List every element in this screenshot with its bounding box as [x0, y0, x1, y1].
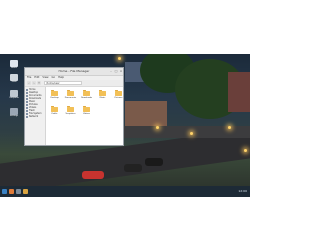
computer-icon [10, 90, 18, 97]
street-lamp [228, 126, 231, 129]
file-manager-icon[interactable] [23, 189, 28, 194]
desktop-icon-settings[interactable]: Settings [9, 108, 19, 117]
folder-icon [51, 106, 58, 112]
up-button[interactable]: ↑ [37, 81, 41, 85]
folder-icon [83, 106, 90, 112]
sidebar-item-label: Network [29, 115, 39, 118]
downloads-icon [26, 97, 28, 100]
network-icon [26, 115, 28, 118]
documents-icon [26, 94, 28, 97]
forward-button[interactable]: › [32, 81, 36, 85]
firefox-icon[interactable] [9, 189, 14, 194]
home-folder-icon [10, 60, 18, 67]
folder-label: Templates [65, 113, 76, 115]
folder-item[interactable]: Downloads [81, 90, 92, 99]
places-sidebar: Home Desktop Documents Downloads Music P… [25, 87, 46, 145]
menu-help[interactable]: Help [58, 76, 64, 80]
desktop-icon-home[interactable]: Home [9, 60, 19, 69]
start-menu-icon[interactable] [2, 189, 7, 194]
back-button[interactable]: ‹ [27, 81, 31, 85]
folder-item[interactable]: Music [98, 90, 107, 99]
location-bar[interactable]: /home/user [44, 81, 82, 85]
window-titlebar[interactable]: Home - File Manager – □ × [25, 68, 123, 76]
desktop-icon-label: Settings [9, 115, 19, 117]
menu-view[interactable]: View [42, 76, 48, 80]
taskbar: 12:00 [0, 186, 250, 197]
black-car [145, 158, 163, 166]
folder-item[interactable]: Public [50, 106, 59, 115]
folder-icon [67, 90, 74, 96]
menu-edit[interactable]: Edit [34, 76, 39, 80]
building [125, 101, 167, 126]
settings-icon [10, 108, 18, 115]
folder-icon [115, 90, 122, 96]
maximize-button[interactable]: □ [114, 69, 118, 73]
close-button[interactable]: × [119, 69, 123, 73]
menu-file[interactable]: File [27, 76, 31, 80]
red-car [82, 171, 104, 179]
desktop-icon-label: Home [11, 67, 17, 69]
folder-item[interactable]: Videos [82, 106, 91, 115]
toolbar: ‹ › ↑ /home/user [25, 80, 123, 87]
desktop-icon-label: Trash [11, 81, 17, 83]
file-manager-window[interactable]: Home - File Manager – □ × File Edit View… [24, 67, 124, 146]
folder-label: Videos [83, 113, 90, 115]
pictures-icon [26, 103, 28, 106]
folder-label: Public [51, 113, 58, 115]
building [228, 72, 250, 112]
folder-label: Downloads [81, 97, 92, 99]
videos-icon [26, 106, 28, 109]
terminal-icon[interactable] [16, 189, 21, 194]
folder-item[interactable]: Desktop [50, 90, 59, 99]
folder-icon [99, 90, 106, 96]
home-icon [26, 88, 28, 91]
folder-item[interactable]: Documents [64, 90, 77, 99]
desktop-icon-label: Computer [9, 97, 19, 99]
desktop-icon [26, 91, 28, 94]
street-lamp [118, 57, 121, 60]
folder-label: Desktop [50, 97, 59, 99]
sidebar-item-network[interactable]: Network [25, 115, 45, 118]
clock[interactable]: 12:00 [238, 189, 247, 193]
trash-icon [10, 74, 18, 81]
window-body: Home Desktop Documents Downloads Music P… [25, 87, 123, 145]
folder-label: Pictures [114, 97, 123, 99]
folder-label: Music [99, 97, 106, 99]
folder-label: Documents [64, 97, 77, 99]
desktop-icon-computer[interactable]: Computer [9, 90, 19, 99]
folder-item[interactable]: Pictures [114, 90, 123, 99]
drive-icon [26, 112, 28, 115]
minimize-button[interactable]: – [109, 69, 113, 73]
folder-icon [51, 90, 58, 96]
street-lamp [156, 126, 159, 129]
music-icon [26, 100, 28, 103]
black-car [124, 164, 142, 172]
street-lamp [190, 132, 193, 135]
street-lamp [244, 149, 247, 152]
folder-icon [83, 90, 90, 96]
trash-icon [26, 109, 28, 112]
folder-icon [67, 106, 74, 112]
file-view[interactable]: Desktop Documents Downloads Music Pictur… [46, 87, 123, 145]
folder-item[interactable]: Templates [65, 106, 76, 115]
desktop-icon-trash[interactable]: Trash [9, 74, 19, 83]
menu-go[interactable]: Go [52, 76, 56, 80]
